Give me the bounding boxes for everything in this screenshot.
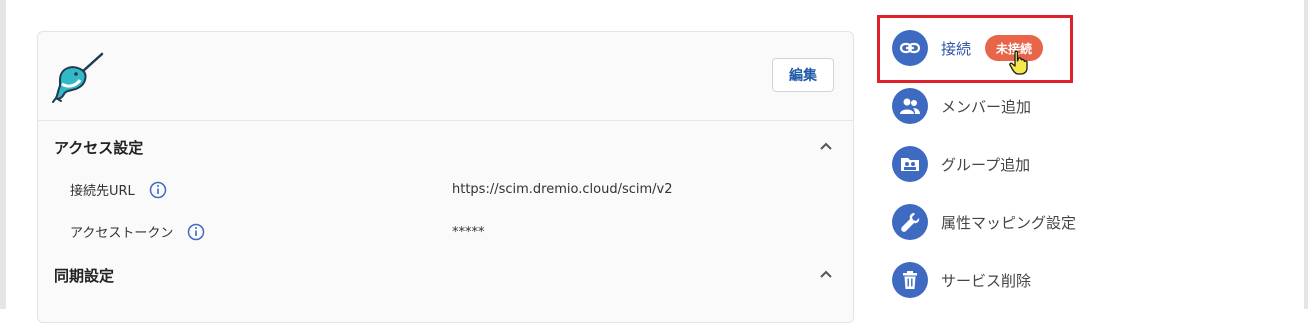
field-token-label: アクセストークン: [70, 226, 174, 241]
trash-icon: [892, 262, 928, 298]
field-url-value: https://scim.dremio.cloud/scim/v2: [452, 182, 673, 197]
right-scroll-edge: [1304, 0, 1308, 309]
highlight-box: [877, 15, 1073, 83]
attribute-mapping-action[interactable]: 属性マッピング設定: [892, 202, 1252, 242]
chevron-up-icon[interactable]: [818, 266, 834, 282]
people-icon: [892, 88, 928, 124]
delete-service-label: サービス削除: [941, 271, 1032, 290]
service-card: 編集 アクセス設定 接続先URL https://scim.dremio.clo…: [37, 31, 854, 323]
field-token-value: *****: [452, 225, 485, 240]
edit-button[interactable]: 編集: [772, 58, 834, 92]
section-title-access: アクセス設定: [54, 139, 144, 157]
add-group-label: グループ追加: [941, 155, 1031, 174]
info-icon[interactable]: [187, 223, 205, 241]
narwhal-logo: [52, 52, 104, 103]
add-member-label: メンバー追加: [941, 97, 1032, 116]
add-group-action[interactable]: グループ追加: [892, 144, 1252, 184]
card-header: 編集: [38, 32, 853, 121]
delete-service-action[interactable]: サービス削除: [892, 260, 1252, 300]
field-url: 接続先URL: [70, 180, 167, 199]
info-icon[interactable]: [149, 181, 167, 199]
group-folder-icon: [892, 146, 928, 182]
wrench-icon: [892, 204, 928, 240]
field-url-label: 接続先URL: [70, 184, 135, 199]
left-gutter: [0, 0, 6, 309]
section-title-sync: 同期設定: [54, 267, 115, 285]
add-member-action[interactable]: メンバー追加: [892, 86, 1252, 126]
hand-cursor-icon: [1009, 50, 1028, 75]
chevron-up-icon[interactable]: [818, 138, 834, 154]
field-token: アクセストークン: [70, 222, 205, 241]
attribute-mapping-label: 属性マッピング設定: [941, 213, 1077, 232]
